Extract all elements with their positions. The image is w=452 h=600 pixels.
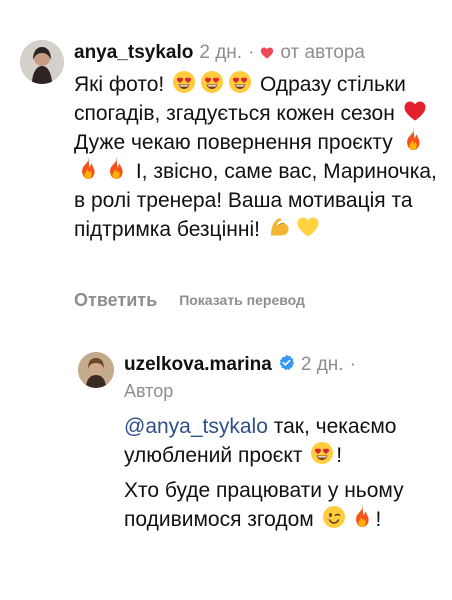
heart-eyes-emoji-icon xyxy=(200,70,224,94)
flexed-biceps-emoji-icon xyxy=(268,215,292,239)
reply-text-part: ! xyxy=(336,444,343,467)
reply-paragraph: @anya_tsykalo так, чекаємо улюблений про… xyxy=(124,412,434,470)
yellow-heart-emoji-icon xyxy=(296,215,320,239)
reply-header: uzelkova.marina 2 дн. · xyxy=(124,352,356,378)
show-translation-button[interactable]: Показать перевод xyxy=(179,292,305,308)
mention-link[interactable]: @anya_tsykalo xyxy=(124,415,268,438)
liked-by-author-label: от автора xyxy=(280,42,365,63)
heart-eyes-emoji-icon xyxy=(172,70,196,94)
reply-button[interactable]: Ответить xyxy=(74,290,157,311)
separator-dot: · xyxy=(349,354,356,375)
comment-text-part: Дуже чекаю повернення проєкту xyxy=(74,131,393,154)
comment-text: Які фото! Одразу стільки спогадів, згаду… xyxy=(74,70,439,244)
comment-username[interactable]: anya_tsykalo xyxy=(74,42,193,64)
heart-eyes-emoji-icon xyxy=(228,70,252,94)
fire-emoji-icon xyxy=(76,157,100,181)
reply-text: @anya_tsykalo так, чекаємо улюблений про… xyxy=(124,412,434,540)
comment-header: anya_tsykalo 2 дн. · от автора xyxy=(74,40,365,66)
reply-username[interactable]: uzelkova.marina xyxy=(124,354,272,376)
avatar[interactable] xyxy=(20,40,64,84)
heart-icon xyxy=(261,47,274,59)
verified-badge-icon xyxy=(278,354,295,377)
fire-emoji-icon xyxy=(401,128,425,152)
red-heart-emoji-icon xyxy=(403,99,427,123)
reply-text-part: ! xyxy=(375,508,382,531)
author-label: Автор xyxy=(124,381,174,401)
reply-avatar[interactable] xyxy=(78,352,114,388)
comment-actions: Ответить Показать перевод xyxy=(74,288,305,312)
reply-paragraph: Хто буде працювати у ньому подивимося зг… xyxy=(124,476,434,534)
liked-by-author-badge: от автора xyxy=(260,42,365,64)
comment-text-part: Які фото! xyxy=(74,73,165,96)
fire-emoji-icon xyxy=(350,505,374,529)
avatar-photo-icon xyxy=(20,40,64,84)
reply-time: 2 дн. xyxy=(300,354,344,375)
comment-text-part: І, звісно, саме вас, Мариночка, в ролі т… xyxy=(74,160,437,241)
fire-emoji-icon xyxy=(104,157,128,181)
heart-eyes-emoji-icon xyxy=(310,441,334,465)
avatar-photo-icon xyxy=(78,352,114,388)
comment-time: 2 дн. xyxy=(199,42,243,63)
separator-dot: · xyxy=(248,42,255,63)
winking-face-emoji-icon xyxy=(322,505,346,529)
